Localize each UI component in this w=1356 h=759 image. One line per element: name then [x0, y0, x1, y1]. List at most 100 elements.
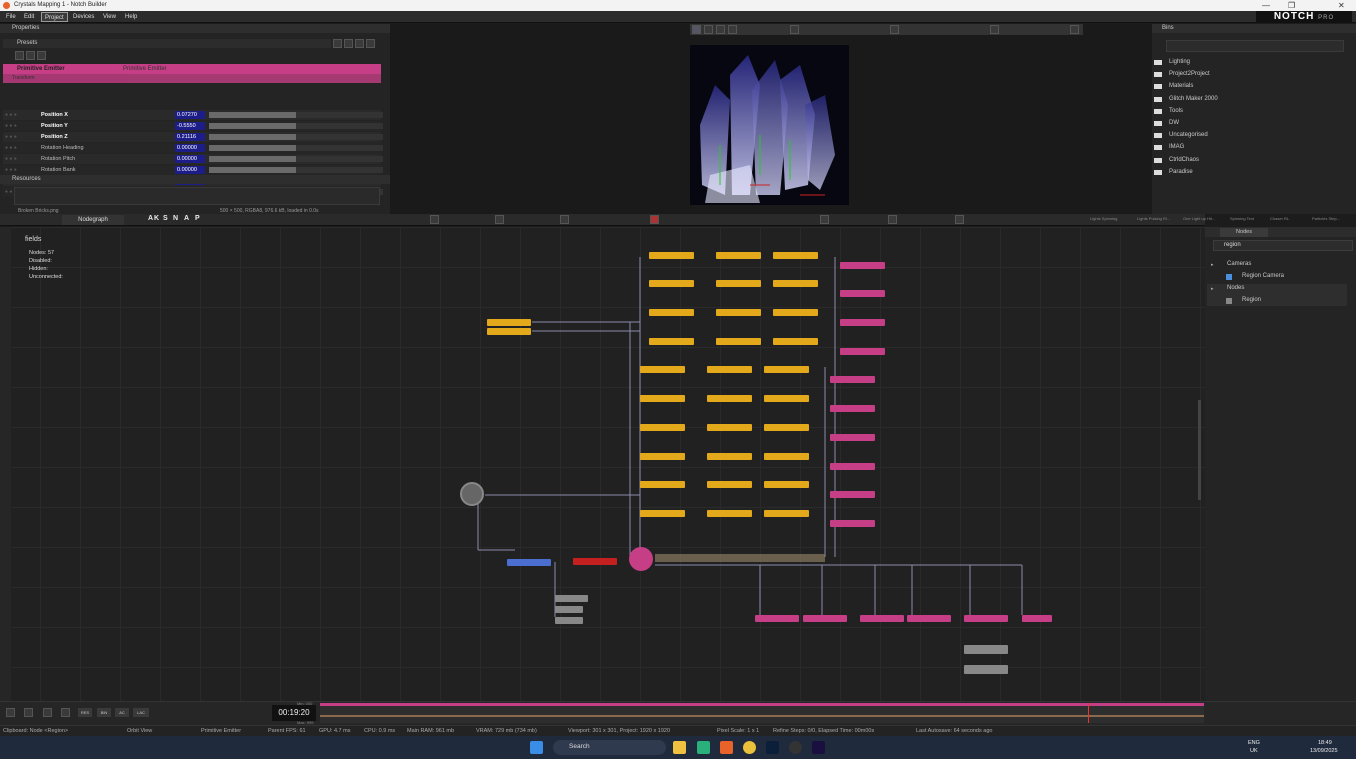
- zoom-icon[interactable]: [990, 25, 999, 34]
- grey-node-4[interactable]: [964, 645, 1008, 654]
- render-preview[interactable]: [690, 45, 849, 205]
- modifier-node[interactable]: [773, 252, 818, 259]
- photoshop-icon[interactable]: [766, 741, 779, 754]
- refresh-icon[interactable]: [366, 39, 375, 48]
- pink-output-node[interactable]: [830, 491, 875, 498]
- item-region[interactable]: Region: [1242, 297, 1261, 303]
- row-toggle-icons[interactable]: ● ● ●: [5, 157, 35, 162]
- maximize-button[interactable]: ❐: [1288, 0, 1295, 11]
- modifier-node[interactable]: [707, 424, 752, 431]
- nodegraph-canvas[interactable]: fields Nodes: 57 Disabled: Hidden: Uncon…: [0, 227, 1205, 701]
- modifier-node[interactable]: [716, 309, 761, 316]
- language-indicator[interactable]: ENG: [1248, 740, 1260, 746]
- notch-taskbar-icon[interactable]: [720, 741, 733, 754]
- menu-file[interactable]: File: [3, 12, 19, 22]
- tool-n[interactable]: N: [173, 215, 178, 222]
- property-slider[interactable]: [209, 134, 383, 140]
- property-value[interactable]: 0.00000: [175, 144, 205, 152]
- tab-nodes[interactable]: Nodes: [1220, 228, 1268, 237]
- pink-output-node[interactable]: [830, 463, 875, 470]
- tool-p[interactable]: P: [195, 215, 200, 222]
- top-node-2[interactable]: [487, 328, 531, 335]
- property-row[interactable]: ● ● ● Position X 0.07270: [3, 110, 383, 120]
- property-slider[interactable]: [209, 123, 383, 129]
- after-effects-icon[interactable]: [812, 741, 825, 754]
- pink-output-node[interactable]: [830, 405, 875, 412]
- red-node[interactable]: [573, 558, 617, 565]
- clear-icon[interactable]: [37, 51, 46, 60]
- settings-icon[interactable]: [6, 708, 15, 717]
- play-icon[interactable]: [888, 215, 897, 224]
- timecode-display[interactable]: 00:19:20: [272, 705, 316, 721]
- filter-icon[interactable]: [15, 51, 24, 60]
- download-icon[interactable]: [333, 39, 342, 48]
- tool-s[interactable]: S: [163, 215, 168, 222]
- camera-node[interactable]: [507, 559, 551, 566]
- pink-output-node[interactable]: [830, 520, 875, 527]
- move-tool-icon[interactable]: [704, 25, 713, 34]
- minimize-button[interactable]: —: [1262, 0, 1270, 11]
- pink-output-node[interactable]: [840, 262, 885, 269]
- row-toggle-icons[interactable]: ● ● ●: [5, 113, 35, 118]
- playhead[interactable]: [1088, 703, 1089, 723]
- bin-item[interactable]: Project2Project: [1169, 69, 1210, 79]
- modifier-node[interactable]: [773, 338, 818, 345]
- scene-tab-4[interactable]: Spinning Text: [1230, 216, 1254, 221]
- effect-node[interactable]: [860, 615, 904, 622]
- presets-dropdown[interactable]: Presets: [3, 39, 331, 48]
- pink-output-node[interactable]: [840, 348, 885, 355]
- file-explorer-icon[interactable]: [673, 741, 686, 754]
- modifier-node[interactable]: [716, 280, 761, 287]
- effect-node[interactable]: [907, 615, 951, 622]
- bin-item[interactable]: Uncategorised: [1169, 130, 1208, 140]
- target-icon[interactable]: [26, 51, 35, 60]
- tool-k[interactable]: K: [154, 215, 159, 222]
- property-row[interactable]: ● ● ● Rotation Bank 0.00000: [3, 165, 383, 175]
- timeline-track[interactable]: [320, 703, 1204, 723]
- modifier-node[interactable]: [764, 424, 809, 431]
- row-toggle-icons[interactable]: ● ● ●: [5, 168, 35, 173]
- property-value[interactable]: 0.07270: [175, 111, 205, 119]
- property-row[interactable]: ● ● ● Rotation Pitch 0.00000: [3, 154, 383, 164]
- nodes-search-input[interactable]: region: [1213, 240, 1353, 251]
- modifier-node[interactable]: [764, 453, 809, 460]
- row-toggle-icons[interactable]: ● ● ●: [5, 146, 35, 151]
- modifier-node[interactable]: [773, 280, 818, 287]
- modifier-node[interactable]: [640, 453, 685, 460]
- scale-tool-icon[interactable]: [728, 25, 737, 34]
- modifier-node[interactable]: [716, 252, 761, 259]
- grey-node-2[interactable]: [555, 606, 583, 613]
- bin-item[interactable]: Materials: [1169, 81, 1193, 91]
- emitter-header[interactable]: Primitive Emitter Primitive Emitter: [3, 64, 381, 74]
- scene-tab-3[interactable]: One Light up Hit...: [1183, 216, 1215, 221]
- modifier-node[interactable]: [640, 395, 685, 402]
- property-value[interactable]: -0.5550: [175, 122, 205, 130]
- property-row[interactable]: ● ● ● Position Z 0.21116: [3, 132, 383, 142]
- modifier-node[interactable]: [764, 395, 809, 402]
- start-icon[interactable]: [530, 741, 543, 754]
- property-value[interactable]: 0.00000: [175, 155, 205, 163]
- effect-node[interactable]: [803, 615, 847, 622]
- add-icon[interactable]: [344, 39, 353, 48]
- close-button[interactable]: ✕: [1338, 0, 1345, 11]
- item-region-camera[interactable]: Region Camera: [1242, 273, 1284, 279]
- modifier-node[interactable]: [640, 424, 685, 431]
- view-icon[interactable]: [560, 215, 569, 224]
- menu-view[interactable]: View: [100, 12, 119, 22]
- grey-node-5[interactable]: [964, 665, 1008, 674]
- tool-a2[interactable]: A: [184, 215, 189, 222]
- modifier-node[interactable]: [707, 395, 752, 402]
- menu-project[interactable]: Project: [41, 12, 68, 22]
- scene-tab-1[interactable]: Lights Spinning: [1090, 216, 1117, 221]
- bin-item[interactable]: Glitch Maker 2000: [1169, 94, 1218, 104]
- menu-help[interactable]: Help: [122, 12, 140, 22]
- modifier-node[interactable]: [764, 366, 809, 373]
- bin-item[interactable]: Tools: [1169, 106, 1183, 116]
- bin-item[interactable]: DW: [1169, 118, 1179, 128]
- gear-node-icon[interactable]: [460, 482, 484, 506]
- modifier-node[interactable]: [764, 481, 809, 488]
- lac-button[interactable]: LAC: [133, 708, 149, 717]
- clock-date[interactable]: 13/09/2025: [1310, 748, 1338, 754]
- row-toggle-icons[interactable]: ● ● ●: [5, 135, 35, 140]
- modifier-node[interactable]: [640, 366, 685, 373]
